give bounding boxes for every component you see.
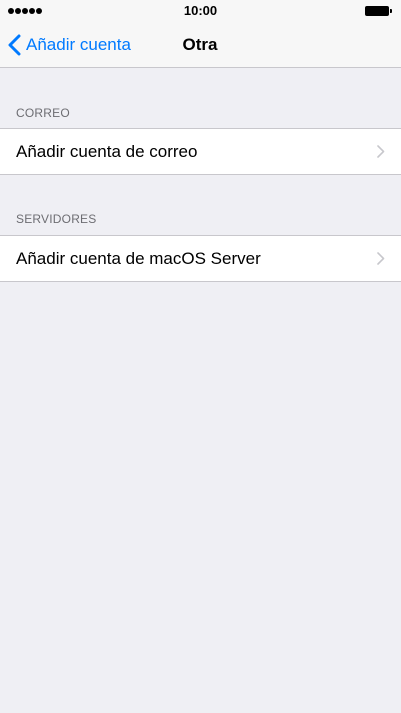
- add-macos-server-account-row[interactable]: Añadir cuenta de macOS Server: [0, 235, 401, 282]
- back-button[interactable]: Añadir cuenta: [8, 22, 131, 68]
- back-button-label: Añadir cuenta: [26, 35, 131, 54]
- section-header-servidores: SERVIDORES: [16, 212, 97, 226]
- screen: 10:00 Añadir cuenta Otra CORREO Añadir c…: [0, 0, 401, 713]
- status-bar: 10:00: [0, 0, 401, 22]
- add-mail-account-label: Añadir cuenta de correo: [16, 142, 198, 161]
- chevron-right-icon: [377, 252, 385, 265]
- status-time: 10:00: [183, 3, 218, 18]
- navigation-bar: Añadir cuenta Otra: [0, 22, 401, 68]
- chevron-right-icon: [377, 145, 385, 158]
- battery-icon: [365, 6, 393, 16]
- chevron-left-icon: [8, 34, 21, 56]
- page-title: Otra: [182, 35, 218, 54]
- top-bar: 10:00 Añadir cuenta Otra: [0, 0, 401, 68]
- add-mail-account-row[interactable]: Añadir cuenta de correo: [0, 128, 401, 175]
- section-header-correo: CORREO: [16, 106, 70, 120]
- add-macos-server-account-label: Añadir cuenta de macOS Server: [16, 249, 261, 268]
